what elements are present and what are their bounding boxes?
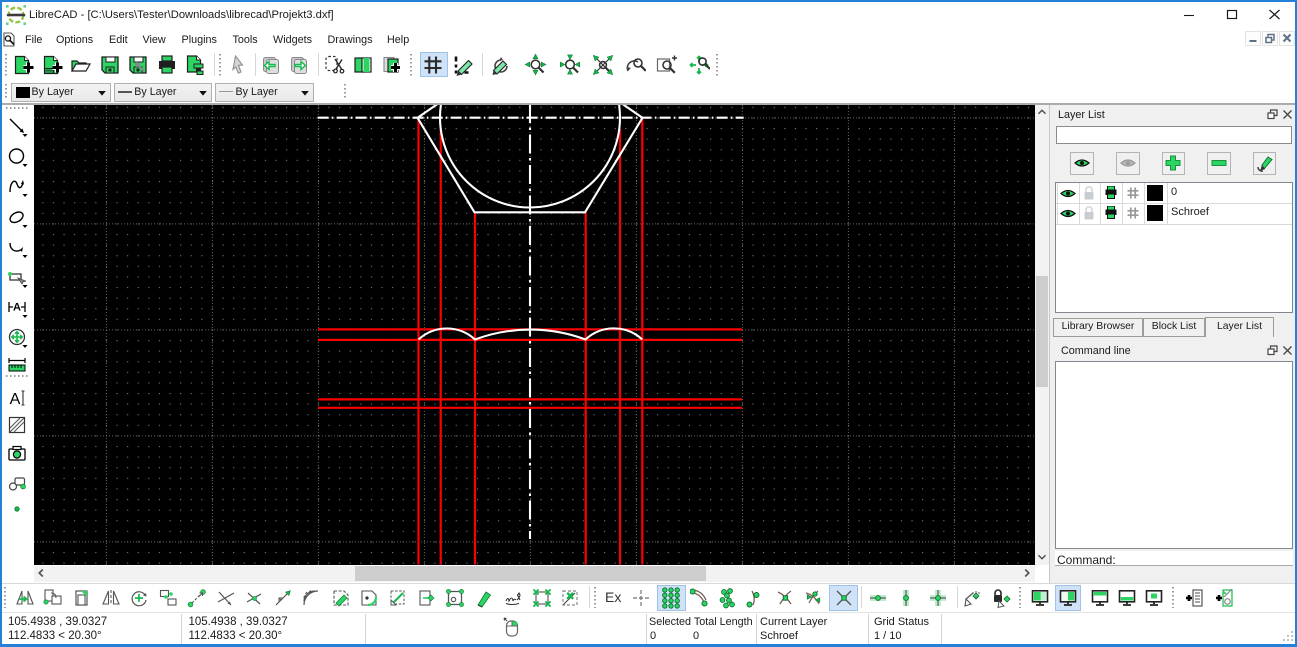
svg-text:A: A <box>13 302 21 314</box>
svg-text:A: A <box>9 391 20 408</box>
